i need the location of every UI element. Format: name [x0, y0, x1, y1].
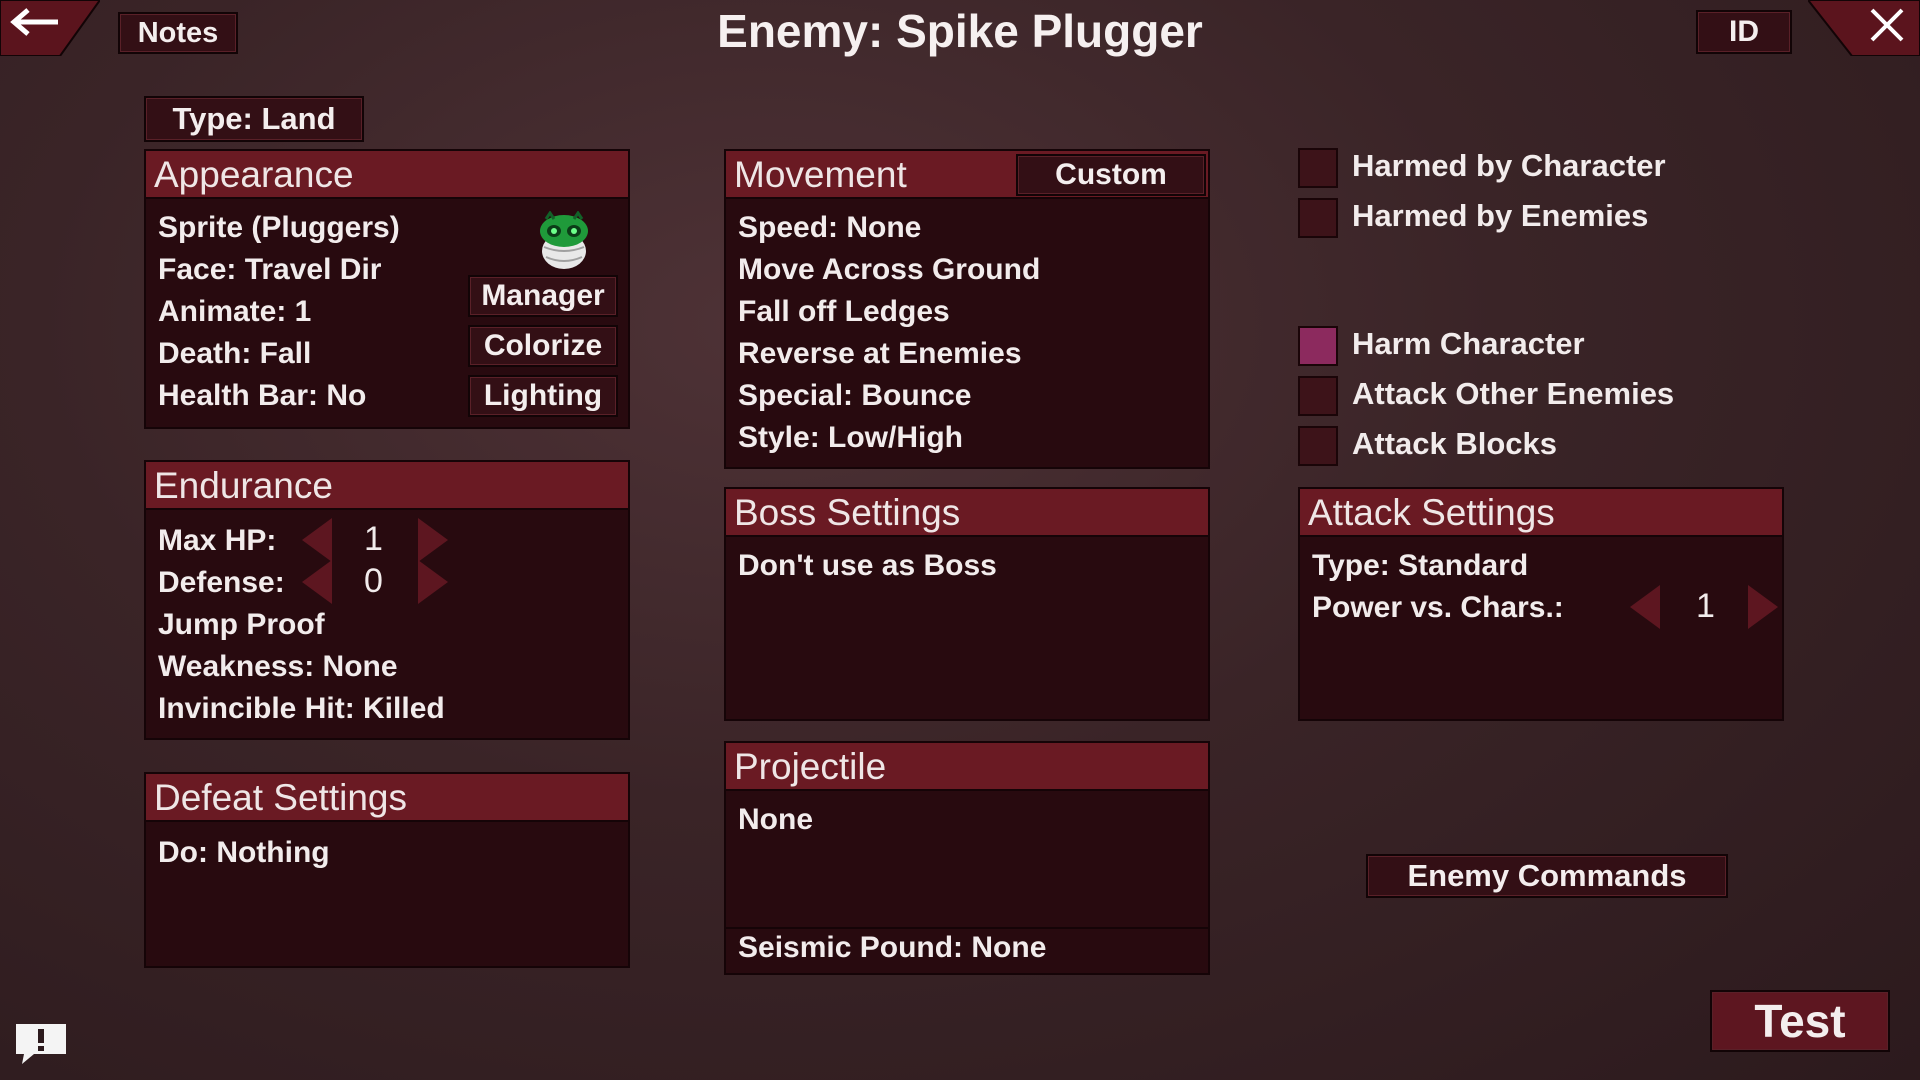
type-button[interactable]: Type: Land — [144, 96, 364, 142]
enemy-sprite-icon — [536, 210, 592, 273]
invincible-hit-line[interactable]: Invincible Hit: Killed — [158, 692, 445, 726]
death-line[interactable]: Death: Fall — [158, 337, 311, 371]
movement-panel: Movement Custom Speed: None Move Across … — [724, 149, 1210, 469]
power-vs-chars-label: Power vs. Chars.: — [1312, 591, 1564, 624]
defeat-do-line[interactable]: Do: Nothing — [158, 836, 330, 870]
projectile-title: Projectile — [726, 743, 1208, 791]
endurance-title: Endurance — [146, 462, 628, 510]
power-decrease-icon[interactable] — [1630, 585, 1660, 629]
page-title: Enemy: Spike Plugger — [717, 5, 1203, 57]
defeat-title: Defeat Settings — [146, 774, 628, 822]
boss-title: Boss Settings — [726, 489, 1208, 537]
manager-button[interactable]: Manager — [468, 275, 618, 317]
close-icon — [1806, 0, 1920, 57]
id-button[interactable]: ID — [1696, 10, 1792, 54]
appearance-panel: Appearance Sprite (Pluggers) Face: Trave… — [144, 149, 630, 429]
style-line[interactable]: Style: Low/High — [738, 421, 963, 455]
move-across-ground-line[interactable]: Move Across Ground — [738, 253, 1040, 287]
reverse-at-enemies-line[interactable]: Reverse at Enemies — [738, 337, 1022, 371]
sprite-line[interactable]: Sprite (Pluggers) — [158, 211, 400, 245]
projectile-value[interactable]: None — [738, 803, 813, 837]
max-hp-label: Max HP: — [158, 524, 277, 557]
power-value: 1 — [1696, 587, 1715, 625]
enemy-commands-button[interactable]: Enemy Commands — [1366, 854, 1728, 898]
colorize-button[interactable]: Colorize — [468, 325, 618, 367]
boss-use-line[interactable]: Don't use as Boss — [738, 549, 997, 583]
test-button[interactable]: Test — [1710, 990, 1890, 1052]
attack-type-line[interactable]: Type: Standard — [1312, 549, 1528, 583]
power-increase-icon[interactable] — [1748, 585, 1778, 629]
fall-off-ledges-line[interactable]: Fall off Ledges — [738, 295, 950, 329]
custom-button[interactable]: Custom — [1016, 154, 1206, 196]
health-bar-line[interactable]: Health Bar: No — [158, 379, 366, 413]
attack-other-enemies-checkbox[interactable] — [1298, 376, 1338, 416]
harmed-by-character-checkbox[interactable] — [1298, 148, 1338, 188]
defense-value: 0 — [364, 562, 383, 600]
max-hp-increase-icon[interactable] — [418, 518, 448, 562]
seismic-pound-line[interactable]: Seismic Pound: None — [738, 931, 1046, 965]
harm-character-checkbox[interactable] — [1298, 326, 1338, 366]
endurance-panel: Endurance Max HP: 1 Defense: 0 Jump Proo… — [144, 460, 630, 740]
close-button[interactable] — [1806, 0, 1920, 57]
harm-character-label: Harm Character — [1352, 326, 1585, 361]
max-hp-value: 1 — [364, 520, 383, 558]
appearance-title: Appearance — [146, 151, 628, 199]
defense-label: Defense: — [158, 566, 285, 599]
test-label: Test — [1754, 995, 1846, 1047]
defeat-panel: Defeat Settings Do: Nothing — [144, 772, 630, 968]
harmed-by-character-label: Harmed by Character — [1352, 148, 1666, 183]
feedback-button[interactable] — [12, 1020, 70, 1068]
attack-settings-title: Attack Settings — [1300, 489, 1782, 537]
attack-settings-panel: Attack Settings Type: Standard Power vs.… — [1298, 487, 1784, 721]
attack-blocks-label: Attack Blocks — [1352, 426, 1558, 461]
jump-proof-line[interactable]: Jump Proof — [158, 608, 325, 642]
harmed-by-enemies-label: Harmed by Enemies — [1352, 198, 1649, 233]
weakness-line[interactable]: Weakness: None — [158, 650, 398, 684]
animate-line[interactable]: Animate: 1 — [158, 295, 311, 329]
harmed-by-enemies-checkbox[interactable] — [1298, 198, 1338, 238]
max-hp-decrease-icon[interactable] — [302, 518, 332, 562]
divider — [726, 927, 1208, 929]
attack-blocks-checkbox[interactable] — [1298, 426, 1338, 466]
lighting-button[interactable]: Lighting — [468, 375, 618, 417]
attack-other-enemies-label: Attack Other Enemies — [1352, 376, 1675, 411]
face-line[interactable]: Face: Travel Dir — [158, 253, 381, 287]
projectile-panel: Projectile None Seismic Pound: None — [724, 741, 1210, 975]
defense-decrease-icon[interactable] — [302, 560, 332, 604]
special-line[interactable]: Special: Bounce — [738, 379, 971, 413]
boss-panel: Boss Settings Don't use as Boss — [724, 487, 1210, 721]
feedback-icon — [16, 1024, 66, 1064]
defense-increase-icon[interactable] — [418, 560, 448, 604]
speed-line[interactable]: Speed: None — [738, 211, 921, 245]
